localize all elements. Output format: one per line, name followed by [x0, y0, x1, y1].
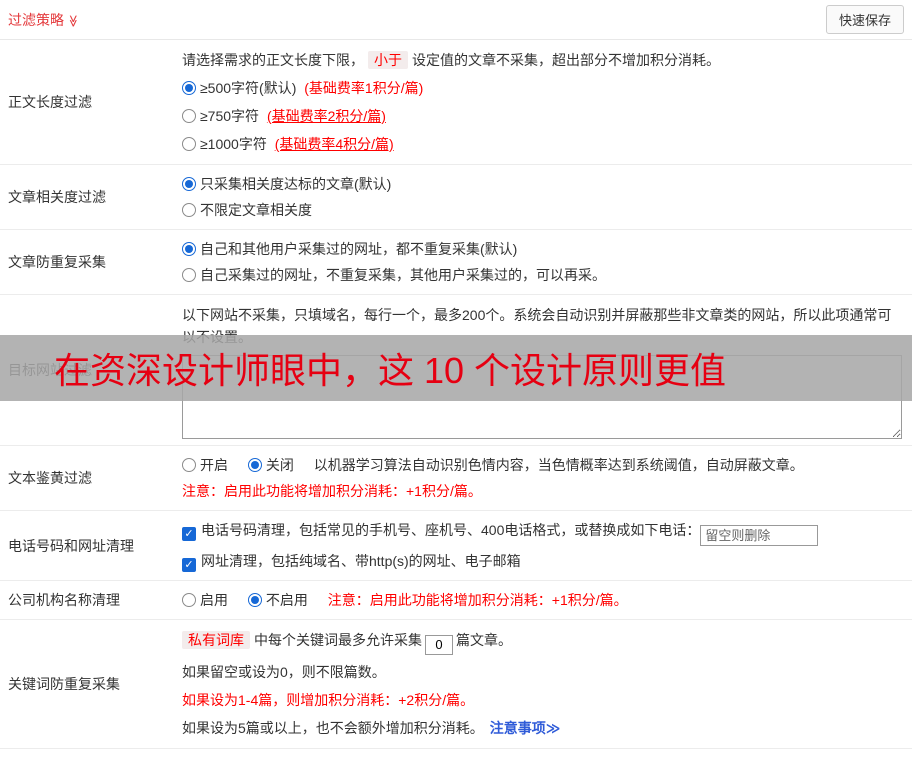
option-label: 不限定文章相关度: [200, 202, 312, 218]
radio-icon[interactable]: [182, 203, 196, 217]
option-label: ≥750字符: [200, 108, 260, 124]
option-label: ≥1000字符: [200, 136, 267, 152]
length-option-750[interactable]: ≥750字符 (基础费率2积分/篇): [182, 102, 904, 130]
option-label: 开启: [200, 457, 228, 473]
radio-checked-icon[interactable]: [182, 242, 196, 256]
keyword-note-five: 如果设为5篇或以上，也不会额外增加积分消耗。: [182, 719, 484, 736]
dedup-option-all-users[interactable]: 自己和其他用户采集过的网址，都不重复采集(默认): [182, 236, 904, 262]
radio-checked-icon[interactable]: [182, 81, 196, 95]
radio-checked-icon[interactable]: [247, 593, 262, 607]
length-filter-intro: 请选择需求的正文长度下限， 小于 设定值的文章不采集，超出部分不增加积分消耗。: [182, 46, 904, 74]
keyword-note-zero: 如果留空或设为0，则不限篇数。: [182, 663, 386, 680]
private-lexicon-tag: 私有词库: [182, 631, 250, 649]
option-note: (基础费率4积分/篇): [274, 136, 394, 152]
porn-option-off[interactable]: 关闭: [247, 457, 294, 473]
porn-option-on[interactable]: 开启: [182, 457, 228, 473]
max-articles-input[interactable]: [425, 634, 453, 655]
intro-pre: 请选择需求的正文长度下限，: [182, 52, 364, 68]
porn-filter-label: 文本鉴黄过滤: [8, 470, 92, 486]
company-clean-note: 注意：启用此功能将增加积分消耗：+1积分/篇。: [327, 592, 628, 608]
keyword-dedup-label: 关键词防重复采集: [8, 675, 120, 692]
radio-icon[interactable]: [182, 458, 196, 472]
notes-link[interactable]: 注意事项≫: [490, 720, 561, 736]
relevance-filter-label: 文章相关度过滤: [8, 189, 106, 205]
checkbox-checked-icon[interactable]: [182, 558, 196, 572]
dedup-option-self-only[interactable]: 自己采集过的网址，不重复采集，其他用户采集过的，可以再采。: [182, 262, 904, 288]
phone-clean-option[interactable]: 电话号码清理，包括常见的手机号、座机号、400电话格式，或替换成如下电话：: [182, 517, 904, 548]
row-company-clean: 公司机构名称清理 启用 不启用 注意：启用此功能将增加积分消耗：+1积分/篇。: [0, 581, 912, 620]
company-option-enable[interactable]: 启用: [182, 592, 228, 608]
length-option-500[interactable]: ≥500字符(默认) (基础费率1积分/篇): [182, 74, 904, 102]
length-option-1000[interactable]: ≥1000字符 (基础费率4积分/篇): [182, 130, 904, 158]
option-note: (基础费率2积分/篇): [266, 108, 386, 124]
option-label: 网址清理，包括纯域名、带http(s)的网址、电子邮箱: [201, 553, 521, 569]
company-clean-label: 公司机构名称清理: [8, 592, 120, 608]
radio-icon[interactable]: [182, 109, 196, 123]
keyword-line1-end: 篇文章。: [456, 632, 512, 648]
page-title-text: 过滤策略: [8, 11, 64, 28]
intro-post: 设定值的文章不采集，超出部分不增加积分消耗。: [412, 52, 720, 68]
header: 过滤策略 ≫ 快速保存: [0, 0, 912, 40]
option-label: 关闭: [265, 457, 294, 473]
chevron-down-icon: ≫: [66, 14, 81, 27]
row-site-filter: 目标网站过滤 以下网站不采集，只填域名，每行一个，最多200个。系统会自动识别并…: [0, 295, 912, 446]
option-note: (基础费率1积分/篇): [304, 80, 424, 96]
relevance-option-strict[interactable]: 只采集相关度达标的文章(默认): [182, 171, 904, 197]
phone-url-clean-label: 电话号码和网址清理: [8, 537, 134, 554]
porn-filter-desc: 以机器学习算法自动识别色情内容，当色情概率达到系统阈值，自动屏蔽文章。: [313, 457, 804, 473]
radio-icon[interactable]: [182, 268, 196, 282]
company-option-disable[interactable]: 不启用: [247, 592, 308, 608]
ad-banner-text: 在资深设计师眼中，这 10 个设计原则更值: [54, 350, 727, 391]
row-relevance-filter: 文章相关度过滤 只采集相关度达标的文章(默认) 不限定文章相关度: [0, 165, 912, 230]
radio-checked-icon[interactable]: [247, 458, 262, 472]
option-label: 自己和其他用户采集过的网址，都不重复采集(默认): [200, 241, 518, 257]
relevance-option-any[interactable]: 不限定文章相关度: [182, 197, 904, 223]
keyword-line1-mid: 中每个关键词最多允许采集: [254, 632, 422, 648]
ad-banner-overlay: 在资深设计师眼中，这 10 个设计原则更值: [0, 335, 912, 401]
replacement-phone-input[interactable]: [700, 525, 819, 546]
row-dedup-filter: 文章防重复采集 自己和其他用户采集过的网址，都不重复采集(默认) 自己采集过的网…: [0, 230, 912, 295]
radio-icon[interactable]: [182, 137, 196, 151]
option-label: 电话号码清理，包括常见的手机号、座机号、400电话格式，或替换成如下电话：: [201, 522, 701, 538]
row-keyword-dedup: 关键词防重复采集 私有词库中每个关键词最多允许采集 篇文章。 如果留空或设为0，则…: [0, 620, 912, 749]
row-phone-url-clean: 电话号码和网址清理 电话号码清理，包括常见的手机号、座机号、400电话格式，或替…: [0, 511, 912, 581]
option-label: 启用: [200, 592, 228, 608]
option-label: 只采集相关度达标的文章(默认): [200, 176, 392, 192]
url-clean-option[interactable]: 网址清理，包括纯域名、带http(s)的网址、电子邮箱: [182, 548, 904, 574]
row-porn-filter: 文本鉴黄过滤 开启 关闭 以机器学习算法自动识别色情内容，当色情概率达到系统阈值…: [0, 446, 912, 511]
length-filter-label: 正文长度过滤: [8, 94, 92, 110]
checkbox-checked-icon[interactable]: [182, 527, 196, 541]
option-label: 不启用: [265, 592, 308, 608]
quick-save-button[interactable]: 快速保存: [825, 5, 904, 34]
page-title[interactable]: 过滤策略 ≫: [8, 10, 80, 30]
dedup-filter-label: 文章防重复采集: [8, 254, 106, 270]
option-label: ≥500字符(默认): [200, 80, 297, 96]
less-than-tag: 小于: [368, 51, 408, 69]
row-length-filter: 正文长度过滤 请选择需求的正文长度下限， 小于 设定值的文章不采集，超出部分不增加积…: [0, 40, 912, 165]
radio-icon[interactable]: [182, 593, 196, 607]
option-label: 自己采集过的网址，不重复采集，其他用户采集过的，可以再采。: [200, 267, 606, 283]
porn-filter-note: 注意：启用此功能将增加积分消耗：+1积分/篇。: [182, 483, 482, 499]
radio-checked-icon[interactable]: [182, 177, 196, 191]
keyword-note-cost: 如果设为1-4篇，则增加积分消耗：+2积分/篇。: [182, 691, 475, 708]
